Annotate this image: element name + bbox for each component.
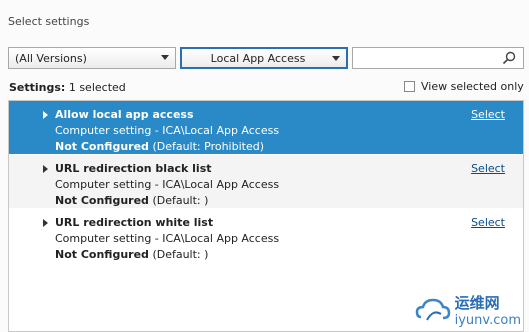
expand-arrow-icon[interactable] (43, 111, 48, 119)
setting-status-value: Not Configured (55, 140, 149, 153)
expand-arrow-icon[interactable] (43, 219, 48, 227)
watermark: 运维网 iyunv.com (415, 292, 521, 328)
search-icon[interactable] (502, 51, 516, 65)
setting-title: URL redirection white list (55, 216, 214, 229)
setting-status: Not Configured (Default: ) (55, 194, 208, 207)
watermark-name: 运维网 (454, 294, 500, 312)
select-link[interactable]: Select (471, 216, 505, 229)
version-dropdown[interactable]: (All Versions) (8, 47, 176, 69)
settings-count: Settings: 1 selected (9, 81, 126, 94)
category-dropdown-value: Local App Access (210, 51, 306, 65)
select-link[interactable]: Select (471, 162, 505, 175)
page-title: Select settings (8, 15, 90, 28)
watermark-url: iyunv.com (454, 313, 521, 328)
setting-row-url-redirection-black-list[interactable]: URL redirection black list Computer sett… (9, 155, 523, 208)
setting-row-allow-local-app-access[interactable]: Allow local app access Computer setting … (9, 101, 523, 154)
setting-status: Not Configured (Default: Prohibited) (55, 140, 264, 153)
setting-status-value: Not Configured (55, 194, 149, 207)
setting-path: Computer setting - ICA\Local App Access (55, 124, 280, 137)
setting-row-url-redirection-white-list[interactable]: URL redirection white list Computer sett… (9, 209, 523, 262)
setting-title: Allow local app access (55, 108, 194, 121)
version-dropdown-value: (All Versions) (15, 51, 87, 65)
setting-path: Computer setting - ICA\Local App Access (55, 232, 280, 245)
cloud-logo-icon (415, 298, 450, 321)
settings-count-value: 1 selected (68, 81, 126, 94)
setting-default: (Default: Prohibited) (152, 140, 264, 153)
setting-status-value: Not Configured (55, 248, 149, 261)
select-link[interactable]: Select (471, 108, 505, 121)
setting-path: Computer setting - ICA\Local App Access (55, 178, 280, 191)
setting-title: URL redirection black list (55, 162, 212, 175)
settings-count-label: Settings: (9, 81, 66, 94)
category-dropdown[interactable]: Local App Access (180, 47, 348, 69)
chevron-down-icon (332, 56, 340, 61)
expand-arrow-icon[interactable] (43, 165, 48, 173)
chevron-down-icon (161, 55, 169, 60)
view-selected-only-checkbox[interactable]: View selected only (404, 80, 524, 93)
setting-default: (Default: ) (152, 194, 209, 207)
setting-default: (Default: ) (152, 248, 209, 261)
checkbox-box[interactable] (404, 81, 415, 92)
view-selected-only-label: View selected only (421, 80, 524, 93)
search-input[interactable] (352, 47, 524, 69)
setting-status: Not Configured (Default: ) (55, 248, 208, 261)
